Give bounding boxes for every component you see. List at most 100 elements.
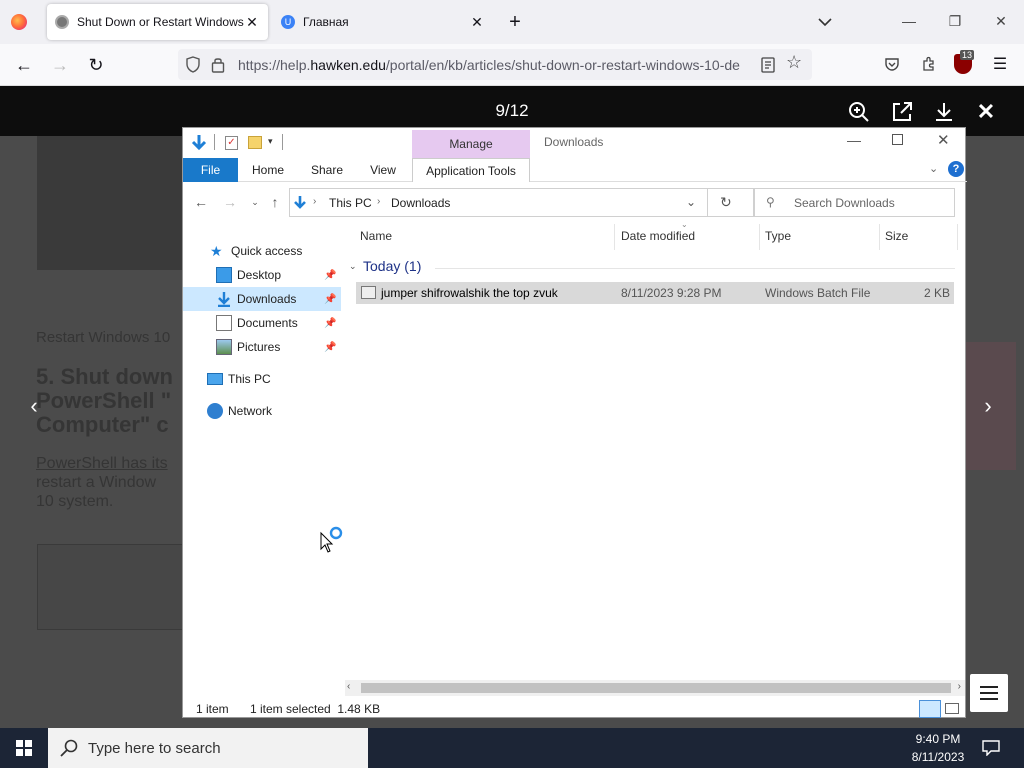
page-menu-button[interactable] — [970, 674, 1008, 712]
file-type: Windows Batch File — [765, 286, 871, 300]
nav-desktop[interactable]: Desktop 📌 — [183, 263, 341, 287]
clock-date: 8/11/2023 — [911, 750, 965, 764]
previous-image-icon[interactable]: ‹ — [24, 395, 44, 417]
taskbar-search-placeholder: Type here to search — [88, 740, 221, 757]
refresh-icon[interactable]: ↻ — [720, 194, 732, 211]
collapse-group-icon[interactable]: ⌄ — [349, 261, 357, 272]
browser-tab-strip: Shut Down or Restart Windows ✕ U Главная… — [0, 0, 1024, 44]
breadcrumb-separator-icon: › — [377, 196, 381, 207]
column-type[interactable]: Type — [765, 229, 791, 243]
scroll-left-icon[interactable]: ‹ — [347, 681, 350, 692]
up-one-level-icon[interactable]: ↑ — [266, 193, 284, 211]
help-icon[interactable]: ? — [948, 161, 964, 177]
system-clock[interactable]: 9:40 PM 8/11/2023 — [900, 730, 976, 766]
nav-label: This PC — [228, 372, 271, 386]
explorer-maximize-icon[interactable] — [892, 134, 903, 145]
column-size[interactable]: Size — [885, 229, 908, 243]
new-tab-button[interactable]: + — [505, 11, 525, 33]
close-lightbox-icon[interactable]: ✕ — [974, 100, 998, 124]
menu-icon[interactable]: ☰ — [989, 54, 1011, 76]
shield-icon[interactable] — [185, 56, 201, 73]
pin-icon[interactable]: 📌 — [324, 294, 336, 305]
nav-back-icon[interactable]: ← — [192, 193, 210, 211]
expand-ribbon-icon[interactable]: ⌄ — [929, 162, 938, 175]
quick-access-toolbar: ✓ ▾ Manage Downloads — ✕ — [183, 128, 967, 158]
group-header-today[interactable]: Today (1) — [363, 258, 421, 274]
column-date-modified[interactable]: Date modified — [621, 229, 695, 243]
pin-icon[interactable]: 📌 — [324, 342, 336, 353]
file-date: 8/11/2023 9:28 PM — [621, 286, 722, 300]
forward-icon[interactable]: → — [49, 54, 71, 76]
pictures-icon — [216, 339, 232, 355]
url-bar[interactable]: https://help.hawken.edu/portal/en/kb/art… — [178, 49, 812, 80]
firefox-logo-icon[interactable] — [11, 14, 27, 30]
address-bar[interactable]: › This PC › Downloads ⌄ ↻ — [289, 188, 755, 217]
next-image-icon[interactable]: › — [978, 395, 998, 417]
extension-badge: 13 — [960, 50, 975, 60]
restore-icon[interactable]: ❐ — [944, 10, 966, 32]
windows-start-icon[interactable] — [16, 740, 32, 756]
nav-this-pc[interactable]: This PC — [183, 367, 341, 391]
back-icon[interactable]: ← — [13, 54, 35, 76]
recent-locations-icon[interactable]: ⌄ — [246, 193, 264, 211]
url-text[interactable]: https://help.hawken.edu/portal/en/kb/art… — [238, 57, 748, 73]
nav-label: Network — [228, 404, 273, 418]
article-heading: Computer" c — [36, 412, 169, 437]
network-icon — [207, 403, 223, 419]
taskbar-search-box[interactable]: Type here to search — [48, 728, 368, 768]
extensions-icon[interactable] — [920, 55, 938, 73]
tab-application-tools[interactable]: Application Tools — [412, 158, 530, 182]
tab-home[interactable]: Home — [246, 158, 290, 182]
tab-glavnaya[interactable]: U Главная ✕ — [273, 4, 493, 40]
explorer-close-icon[interactable]: ✕ — [937, 131, 950, 149]
zoom-in-icon[interactable] — [847, 100, 871, 124]
tab-share[interactable]: Share — [305, 158, 349, 182]
article-heading: 5. Shut down — [36, 364, 173, 389]
open-external-icon[interactable] — [890, 100, 914, 124]
properties-icon[interactable]: ✓ — [225, 136, 238, 150]
address-dropdown-icon[interactable]: ⌄ — [686, 195, 696, 209]
explorer-minimize-icon[interactable]: — — [847, 132, 861, 148]
nav-downloads[interactable]: Downloads 📌 — [183, 287, 341, 311]
horizontal-scrollbar[interactable]: ‹ › — [345, 680, 965, 696]
pin-icon[interactable]: 📌 — [324, 318, 336, 329]
nav-quick-access[interactable]: ★ Quick access — [183, 239, 341, 263]
nav-pictures[interactable]: Pictures 📌 — [183, 335, 341, 359]
customize-qat-icon[interactable]: ▾ — [268, 136, 273, 147]
close-tab-icon[interactable]: ✕ — [244, 14, 260, 31]
reader-view-icon[interactable] — [761, 57, 775, 73]
close-window-icon[interactable]: ✕ — [990, 10, 1012, 32]
manage-context-tab[interactable]: Manage — [412, 130, 530, 158]
tab-shut-down[interactable]: Shut Down or Restart Windows ✕ — [47, 4, 268, 40]
table-row[interactable]: jumper shifrowalshik the top zvuk 8/11/2… — [356, 282, 954, 304]
nav-label: Documents — [237, 316, 298, 330]
lock-icon[interactable] — [211, 56, 225, 73]
qat-divider — [282, 134, 283, 150]
nav-forward-icon[interactable]: → — [221, 193, 239, 211]
nav-documents[interactable]: Documents 📌 — [183, 311, 341, 335]
search-input[interactable]: ⚲ Search Downloads — [753, 188, 955, 217]
list-all-tabs-icon[interactable] — [816, 14, 834, 30]
new-folder-icon[interactable] — [248, 136, 262, 149]
breadcrumb-downloads[interactable]: Downloads — [391, 196, 450, 210]
column-name[interactable]: Name — [360, 229, 392, 243]
scroll-right-icon[interactable]: › — [958, 681, 961, 692]
minimize-icon[interactable]: — — [898, 10, 920, 32]
bookmark-star-icon[interactable]: ☆ — [786, 52, 802, 73]
tab-view[interactable]: View — [363, 158, 403, 182]
large-icons-view-icon[interactable] — [945, 703, 959, 714]
pocket-icon[interactable] — [884, 56, 900, 72]
nav-network[interactable]: Network — [183, 399, 341, 423]
details-view-icon[interactable] — [919, 700, 941, 718]
item-count: 1 item — [196, 702, 229, 716]
tab-file[interactable]: File — [183, 158, 238, 182]
scroll-thumb[interactable] — [361, 683, 951, 693]
browser-nav-bar: ← → ↻ https://help.hawken.edu/portal/en/… — [0, 44, 1024, 86]
notifications-icon[interactable] — [982, 740, 1000, 756]
pin-icon[interactable]: 📌 — [324, 270, 336, 281]
article-text-line: Restart Windows 10 — [36, 329, 171, 346]
close-tab-icon[interactable]: ✕ — [469, 14, 485, 31]
breadcrumb-this-pc[interactable]: This PC — [329, 196, 372, 210]
download-icon[interactable] — [932, 100, 956, 124]
reload-icon[interactable]: ↻ — [85, 54, 107, 76]
